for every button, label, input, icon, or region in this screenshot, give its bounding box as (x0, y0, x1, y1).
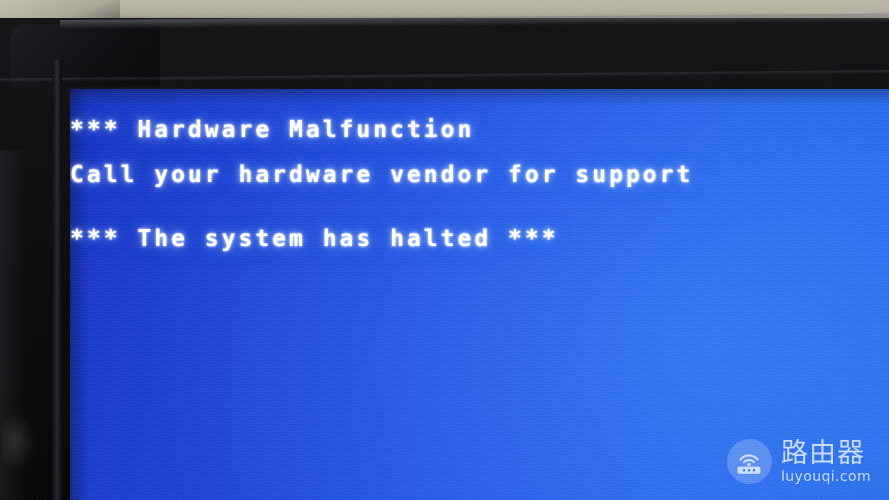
monitor-bezel-left-edge (52, 60, 62, 500)
watermark-text: 路由器 luyouqi.com (781, 440, 871, 484)
router-wifi-icon (726, 439, 772, 484)
bsod-line-system-halted: *** The system has halted *** (70, 226, 559, 252)
monitor-photo-screenshot: *** Hardware Malfunction Call your hardw… (0, 0, 889, 500)
bsod-line-call-vendor: Call your hardware vendor for support (70, 162, 694, 188)
watermark: 路由器 luyouqi.com (726, 439, 871, 484)
watermark-brand-cn: 路由器 (780, 437, 865, 469)
monitor-bezel-smudge (2, 412, 36, 472)
watermark-brand-url: luyouqi.com (780, 468, 871, 485)
bsod-line-hardware-malfunction: *** Hardware Malfunction (70, 117, 475, 143)
